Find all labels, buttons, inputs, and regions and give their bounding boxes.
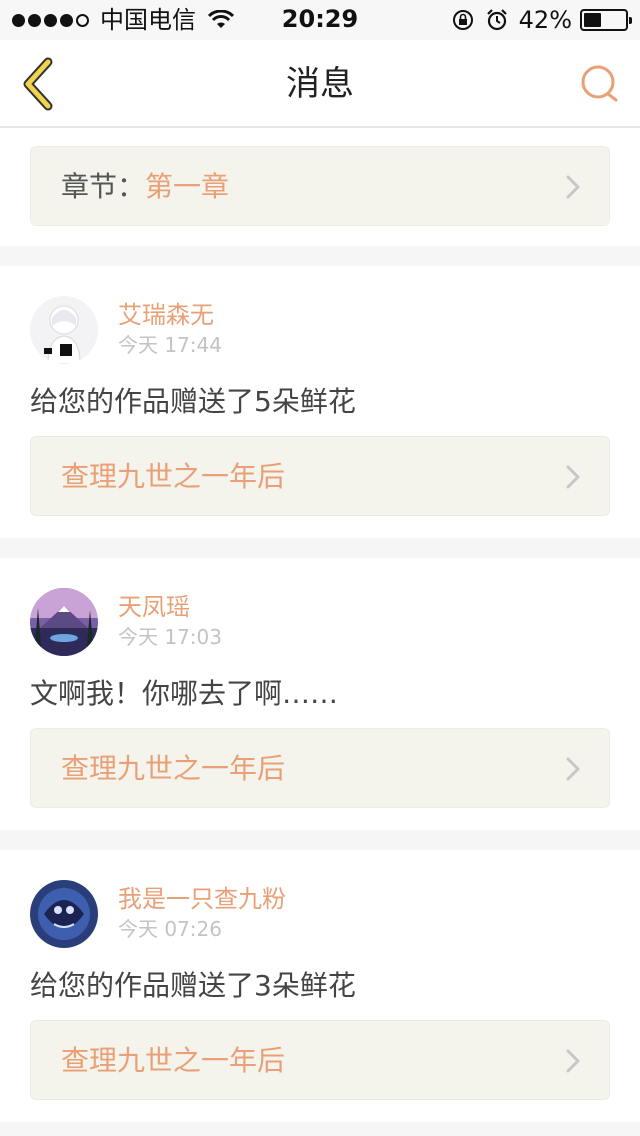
status-right: 42%: [451, 6, 632, 34]
battery-level: [584, 13, 601, 27]
avatar[interactable]: [30, 880, 98, 948]
avatar[interactable]: [30, 588, 98, 656]
message-card: 艾瑞森无 今天 17:44 给您的作品赠送了5朵鲜花 查理九世之一年后: [0, 266, 640, 538]
message-time: 今天 17:44: [118, 333, 222, 357]
work-link[interactable]: 查理九世之一年后: [30, 1020, 610, 1100]
alarm-icon: [486, 9, 507, 31]
work-link[interactable]: 查理九世之一年后: [30, 436, 610, 516]
chevron-right-icon: [566, 1049, 580, 1073]
chevron-right-icon: [566, 757, 580, 781]
battery-icon: [580, 9, 632, 31]
navigation-bar: 消息: [0, 40, 640, 128]
message-card: 天凤瑶 今天 17:03 文啊我！你哪去了啊…… 查理九世之一年后: [0, 558, 640, 830]
chapter-text: 章节：第一章: [61, 169, 229, 205]
battery-percent: 42%: [518, 6, 572, 34]
page-title: 消息: [286, 64, 354, 104]
message-text: 给您的作品赠送了5朵鲜花: [30, 385, 356, 418]
sender-name[interactable]: 艾瑞森无: [118, 300, 214, 330]
message-text: 文啊我！你哪去了啊……: [30, 677, 339, 710]
work-title: 查理九世之一年后: [61, 752, 286, 785]
chevron-right-icon: [566, 175, 580, 199]
message-text: 给您的作品赠送了3朵鲜花: [30, 969, 356, 1002]
sender-name[interactable]: 我是一只查九粉: [118, 884, 286, 914]
chapter-name: 第一章: [145, 170, 230, 203]
avatar[interactable]: [30, 296, 98, 364]
work-link[interactable]: 查理九世之一年后: [30, 728, 610, 808]
status-bar: 中国电信 20:29 42%: [0, 0, 640, 40]
chapter-label: 章节：: [61, 170, 146, 203]
work-title: 查理九世之一年后: [61, 1044, 286, 1077]
message-time: 今天 07:26: [118, 917, 222, 941]
chevron-right-icon: [566, 465, 580, 489]
orientation-lock-icon: [452, 10, 473, 30]
chapter-section: 章节：第一章: [0, 128, 640, 246]
message-time: 今天 17:03: [118, 625, 222, 649]
search-icon[interactable]: [578, 62, 622, 106]
sender-name[interactable]: 天凤瑶: [118, 592, 190, 622]
message-card: 我是一只查九粉 今天 07:26 给您的作品赠送了3朵鲜花 查理九世之一年后: [0, 850, 640, 1122]
chapter-link[interactable]: 章节：第一章: [30, 146, 610, 226]
work-title: 查理九世之一年后: [61, 460, 286, 493]
